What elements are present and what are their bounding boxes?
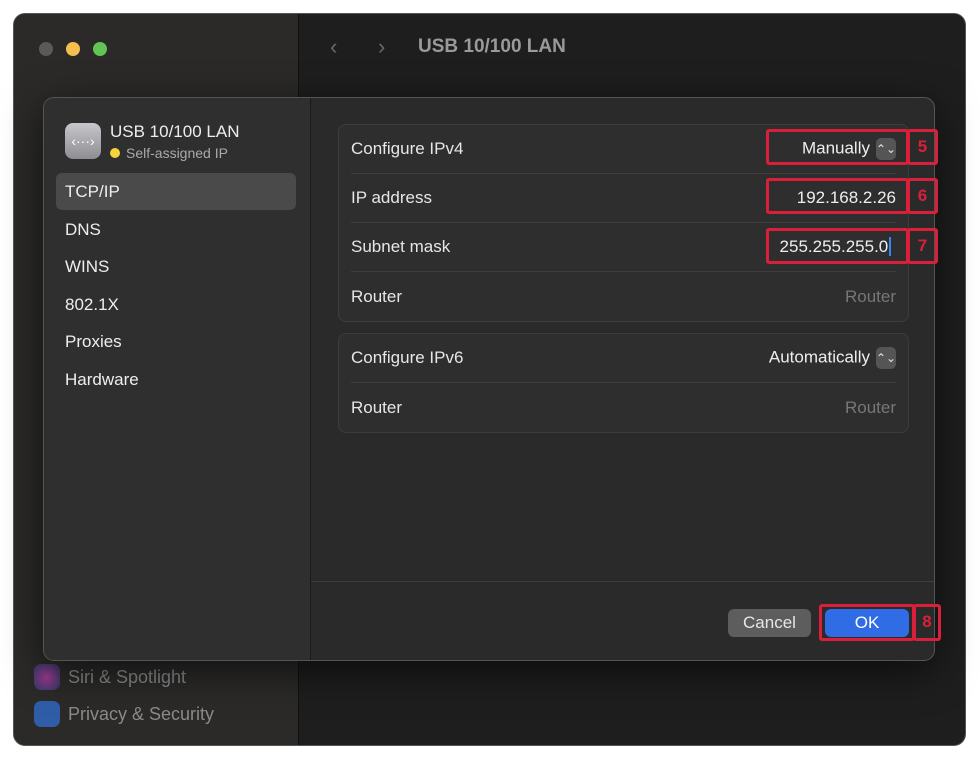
ethernet-icon: ‹···›: [65, 123, 101, 159]
close-button[interactable]: [39, 42, 53, 56]
status-text: Self-assigned IP: [126, 145, 228, 161]
status-dot-icon: [110, 148, 120, 158]
tab-proxies[interactable]: Proxies: [56, 323, 296, 360]
siri-icon: [34, 664, 60, 690]
back-icon[interactable]: ‹: [330, 34, 337, 60]
router-row: Router Router: [351, 272, 896, 321]
configure-ipv6-row: Configure IPv6 Automatically ⌃⌄: [351, 334, 896, 383]
router-v6-row: Router Router: [351, 383, 896, 432]
annotation-box-8: [819, 604, 915, 641]
label: Configure IPv6: [351, 348, 464, 367]
label: Router: [351, 286, 403, 306]
tab-dns[interactable]: DNS: [56, 211, 296, 248]
sidebar-item-privacy[interactable]: Privacy & Security: [34, 701, 214, 727]
annotation-number: 5: [917, 137, 928, 156]
label: Configure IPv4: [351, 139, 464, 158]
device-name: USB 10/100 LAN: [110, 122, 240, 141]
annotation-number: 8: [922, 612, 932, 631]
chevron-updown-icon: ⌃⌄: [876, 347, 896, 369]
sidebar-item-siri[interactable]: Siri & Spotlight: [34, 664, 186, 690]
zoom-button[interactable]: [93, 42, 107, 56]
annotation-box-7: [766, 228, 909, 264]
label: Router: [351, 397, 403, 417]
annotation-number: 6: [917, 186, 928, 205]
minimize-button[interactable]: [66, 42, 80, 56]
hand-icon: [34, 701, 60, 727]
value: Automatically: [768, 347, 870, 367]
tab-tcpip[interactable]: TCP/IP: [56, 173, 296, 210]
sidebar-item-label: Siri & Spotlight: [68, 666, 187, 687]
device-status: Self-assigned IP: [110, 145, 228, 161]
tab-hardware[interactable]: Hardware: [56, 361, 296, 398]
tab-8021x[interactable]: 802.1X: [56, 286, 296, 323]
router-v6-field[interactable]: Router: [845, 398, 896, 418]
label: Subnet mask: [351, 237, 451, 256]
window-title: USB 10/100 LAN: [418, 36, 566, 57]
footer-divider: [311, 581, 934, 582]
forward-icon[interactable]: ›: [378, 34, 385, 60]
tab-wins[interactable]: WINS: [56, 248, 296, 285]
annotation-box-5: [766, 129, 909, 165]
configure-ipv6-popup[interactable]: Automatically ⌃⌄: [769, 347, 896, 369]
annotation-number: 7: [917, 236, 928, 255]
ipv6-group: Configure IPv6 Automatically ⌃⌄ Router Rout…: [338, 333, 909, 433]
annotation-box-6: [766, 178, 909, 214]
cancel-button[interactable]: Cancel: [728, 609, 811, 637]
sidebar-item-label: Privacy & Security: [68, 703, 215, 724]
sheet-sidebar: ‹···› USB 10/100 LAN Self-assigned IP TC…: [44, 98, 311, 660]
router-field[interactable]: Router: [845, 287, 896, 307]
label: IP address: [351, 188, 432, 207]
